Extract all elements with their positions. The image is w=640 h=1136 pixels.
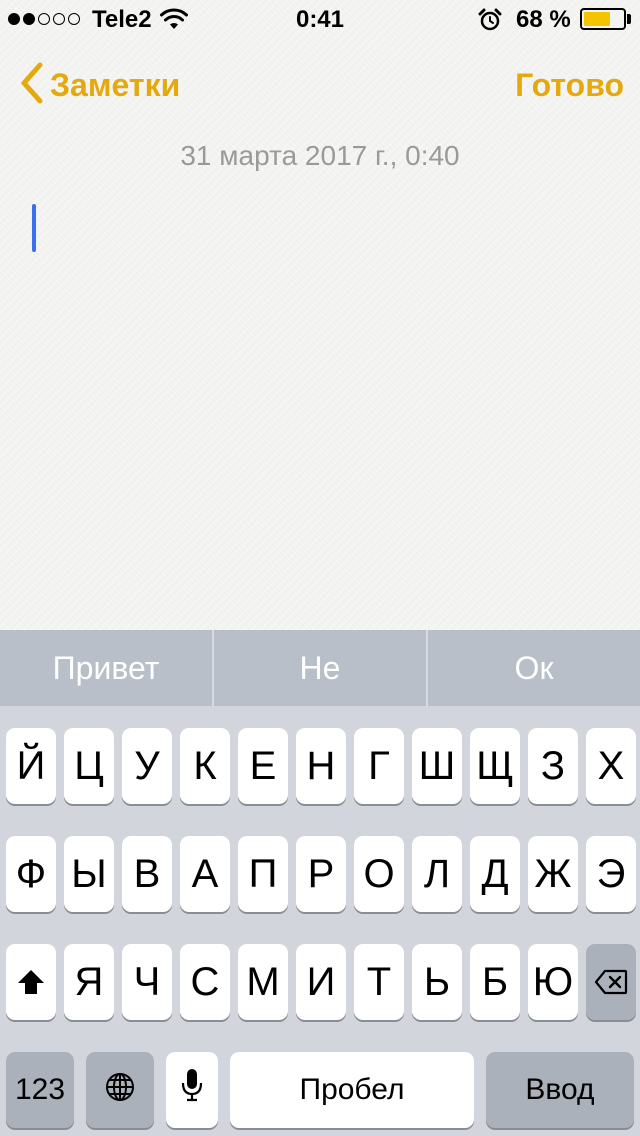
key[interactable]: Ь [412, 944, 462, 1020]
battery-percent: 68 % [516, 6, 571, 33]
key[interactable]: К [180, 728, 230, 804]
key[interactable]: Т [354, 944, 404, 1020]
text-cursor [32, 204, 36, 252]
globe-icon [104, 1068, 136, 1113]
shift-key[interactable] [6, 944, 56, 1020]
backspace-icon [594, 960, 628, 1005]
note-date: 31 марта 2017 г., 0:40 [180, 140, 460, 171]
battery-fill [584, 12, 610, 26]
key[interactable]: В [122, 836, 172, 912]
key[interactable]: Н [296, 728, 346, 804]
back-button[interactable]: Заметки [20, 60, 180, 110]
predictive-suggestion-bar: Привет Не Ок [0, 630, 640, 706]
back-button-label: Заметки [50, 66, 181, 103]
shift-icon [17, 960, 45, 1005]
key[interactable]: С [180, 944, 230, 1020]
key[interactable]: М [238, 944, 288, 1020]
key[interactable]: У [122, 728, 172, 804]
chevron-left-icon [20, 62, 44, 109]
key[interactable]: Р [296, 836, 346, 912]
keyboard: Й Ц У К Е Н Г Ш Щ З Х Ф Ы В А П Р О Л Д … [0, 706, 640, 1136]
key[interactable]: И [296, 944, 346, 1020]
key[interactable]: Е [238, 728, 288, 804]
done-button[interactable]: Готово [515, 60, 624, 110]
suggestion-3[interactable]: Ок [428, 630, 640, 706]
key[interactable]: Ц [64, 728, 114, 804]
key[interactable]: Й [6, 728, 56, 804]
space-key[interactable]: Пробел [230, 1052, 474, 1128]
key[interactable]: Ч [122, 944, 172, 1020]
suggestion-2[interactable]: Не [214, 630, 426, 706]
alarm-icon [478, 8, 502, 39]
space-key-label: Пробел [299, 1073, 405, 1106]
backspace-key[interactable] [586, 944, 636, 1020]
globe-key[interactable] [86, 1052, 154, 1128]
numbers-key[interactable]: 123 [6, 1052, 74, 1128]
key[interactable]: Я [64, 944, 114, 1020]
key[interactable]: Ю [528, 944, 578, 1020]
return-key-label: Ввод [525, 1073, 595, 1106]
return-key[interactable]: Ввод [486, 1052, 634, 1128]
microphone-icon [180, 1067, 204, 1113]
key[interactable]: Г [354, 728, 404, 804]
key[interactable]: А [180, 836, 230, 912]
key[interactable]: Ы [64, 836, 114, 912]
key[interactable]: Ф [6, 836, 56, 912]
battery-nub [627, 14, 631, 24]
key[interactable]: О [354, 836, 404, 912]
dictation-key[interactable] [166, 1052, 218, 1128]
key[interactable]: Э [586, 836, 636, 912]
numbers-key-label: 123 [14, 1073, 66, 1106]
key[interactable]: Ш [412, 728, 462, 804]
key[interactable]: П [238, 836, 288, 912]
key[interactable]: Ж [528, 836, 578, 912]
battery-icon [580, 8, 626, 30]
key[interactable]: Д [470, 836, 520, 912]
key[interactable]: З [528, 728, 578, 804]
key[interactable]: Щ [470, 728, 520, 804]
key[interactable]: Х [586, 728, 636, 804]
note-text-editor[interactable] [20, 190, 620, 610]
key[interactable]: Б [470, 944, 520, 1020]
status-bar: Tele2 0:41 68 % [0, 0, 640, 40]
key[interactable]: Л [412, 836, 462, 912]
suggestion-1[interactable]: Привет [0, 630, 212, 706]
